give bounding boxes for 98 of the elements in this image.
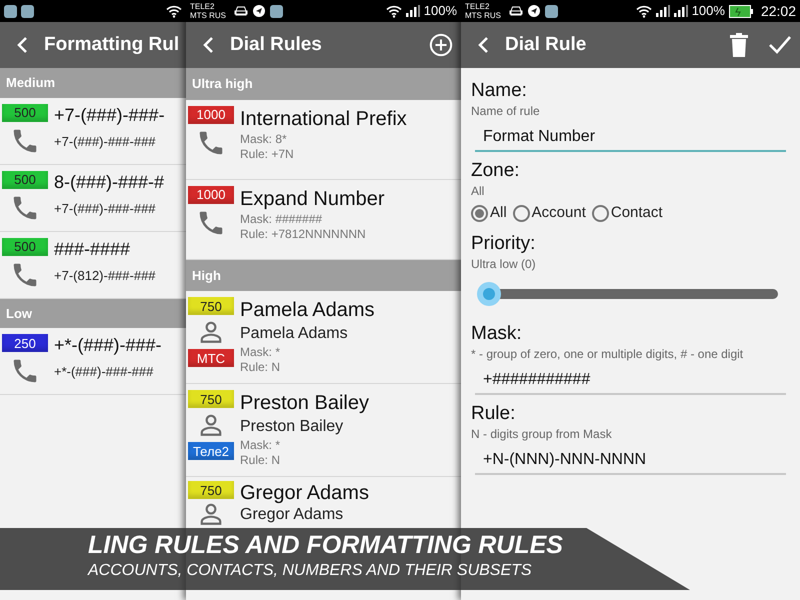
wifi-icon — [636, 4, 652, 18]
app-icon — [4, 4, 17, 18]
sim-badge: MTC — [188, 349, 234, 367]
priority-badge: 500 — [2, 104, 48, 122]
app-icon — [270, 4, 283, 18]
text-field[interactable]: +N-(NNN)-NNN-NNNN — [475, 446, 786, 474]
radio-button[interactable] — [471, 204, 488, 222]
field-hint: N - digits group from Mask — [471, 426, 613, 442]
priority-badge: 1000 — [188, 106, 234, 124]
send-icon — [252, 4, 266, 18]
field-hint: Ultra low (0) — [471, 256, 537, 272]
rule-title: +7-(###)-###- — [54, 104, 165, 126]
banner-subline: ACCOUNTS, CONTACTS, NUMBERS AND THEIR SUBSETS — [88, 561, 532, 581]
carrier-name: TELE2 — [190, 2, 216, 11]
rule-detail: Rule: +7812NNNNNNN — [240, 226, 367, 242]
rule-subtitle: Gregor Adams — [240, 505, 344, 525]
section-header: Medium — [0, 68, 186, 98]
banner-headline: LING RULES AND FORMATTING RULES — [88, 530, 563, 560]
battery-percent: 100% — [692, 2, 725, 20]
field-hint: Name of rule — [471, 103, 541, 120]
priority-badge: 750 — [188, 390, 234, 408]
rule-title: Gregor Adams — [240, 481, 369, 505]
person-icon — [198, 501, 224, 527]
checkmark-icon[interactable] — [768, 35, 792, 55]
signal-icon — [674, 5, 688, 17]
rule-detail: Rule: +7N — [240, 146, 295, 162]
list-row[interactable]: 1000 International Prefix Mask: 8* Rule: +7N — [186, 100, 461, 180]
rule-detail: Rule: N — [240, 453, 282, 468]
sim-badge: Теле2 — [188, 442, 234, 460]
priority-badge: 750 — [188, 481, 234, 499]
priority-badge: 500 — [2, 238, 48, 256]
list-row[interactable]: 750 Gregor Adams Gregor Adams — [186, 477, 461, 527]
rule-title: +*-(###)-###- — [54, 334, 162, 356]
list-row[interactable]: 500 8-(###)-###-# +7-(###)-###-### — [0, 164, 186, 232]
section-header: High — [186, 260, 461, 291]
rule-title: 8-(###)-###-# — [54, 170, 164, 192]
carrier-name: MTS RUS — [190, 11, 226, 20]
car-icon — [509, 5, 523, 17]
field-hint: * - group of zero, one or multiple digits, # - one digit — [471, 346, 744, 362]
battery-percent: 100% — [424, 2, 457, 20]
radio-label[interactable]: Account — [532, 202, 586, 224]
person-icon — [198, 412, 224, 438]
priority-badge: 250 — [2, 334, 48, 352]
screen-title: Dial Rules — [230, 32, 323, 57]
rule-detail: Mask: ####### — [240, 212, 324, 226]
clock-time: 22:02 — [760, 2, 796, 20]
app-icon — [21, 4, 34, 18]
rule-title: Expand Number — [240, 186, 385, 212]
list-row[interactable]: 500 +7-(###)-###- +7-(###)-###-### — [0, 98, 186, 164]
wifi-icon — [386, 4, 402, 18]
car-icon — [234, 5, 248, 17]
field-hint: All — [471, 183, 486, 200]
section-header: Low — [0, 298, 186, 328]
signal-icon — [406, 5, 420, 17]
rule-title: ###-#### — [54, 238, 132, 260]
rule-detail: Rule: N — [240, 360, 282, 375]
send-icon — [527, 4, 541, 18]
screen-title: Formatting Rul — [44, 32, 180, 57]
rule-subtitle: +7-(###)-###-### — [54, 200, 157, 218]
rule-subtitle: +*-(###)-###-### — [54, 363, 154, 381]
list-row[interactable]: 750 MTC Pamela Adams Pamela Adams Mask: * Rule: N — [186, 291, 461, 384]
field-label: Priority: — [471, 232, 536, 254]
rule-detail: Mask: 8* — [240, 132, 288, 146]
text-field[interactable]: Format Number — [475, 124, 786, 152]
app-icon — [545, 4, 558, 18]
text-field[interactable]: +########### — [475, 366, 786, 394]
field-label: Mask: — [471, 322, 523, 344]
rule-title: Preston Bailey — [240, 391, 369, 416]
section-header: Ultra high — [186, 68, 461, 100]
rule-title: International Prefix — [240, 106, 407, 132]
field-label: Zone: — [471, 160, 521, 182]
radio-button[interactable] — [592, 204, 609, 222]
priority-badge: 1000 — [188, 186, 234, 204]
rule-subtitle: Pamela Adams — [240, 324, 349, 344]
delete-icon[interactable] — [730, 33, 748, 57]
field-label: Name: — [471, 80, 528, 102]
field-label: Rule: — [471, 402, 516, 424]
radio-label[interactable]: All — [490, 202, 507, 224]
signal-icon — [656, 5, 670, 17]
priority-badge: 500 — [2, 170, 48, 188]
priority-badge: 750 — [188, 297, 234, 315]
battery-icon — [728, 4, 753, 18]
rule-title: Pamela Adams — [240, 298, 375, 323]
list-row[interactable]: 250 +*-(###)-###- +*-(###)-###-### — [0, 328, 186, 395]
add-icon[interactable] — [429, 33, 453, 57]
radio-button[interactable] — [512, 204, 530, 222]
carrier-name: MTS RUS — [465, 11, 501, 20]
carrier-name: TELE2 — [465, 2, 490, 11]
person-icon — [198, 319, 224, 345]
slider-thumb[interactable] — [476, 282, 501, 306]
rule-subtitle: +7-(812)-###-### — [54, 266, 156, 285]
wifi-icon — [166, 4, 182, 18]
rule-detail: Mask: * — [240, 438, 282, 453]
rule-detail: Mask: * — [240, 345, 282, 360]
screen-title: Dial Rule — [505, 32, 588, 57]
radio-label[interactable]: Contact — [610, 202, 663, 224]
rule-subtitle: Preston Bailey — [240, 417, 344, 437]
rule-subtitle: +7-(###)-###-### — [54, 132, 157, 151]
